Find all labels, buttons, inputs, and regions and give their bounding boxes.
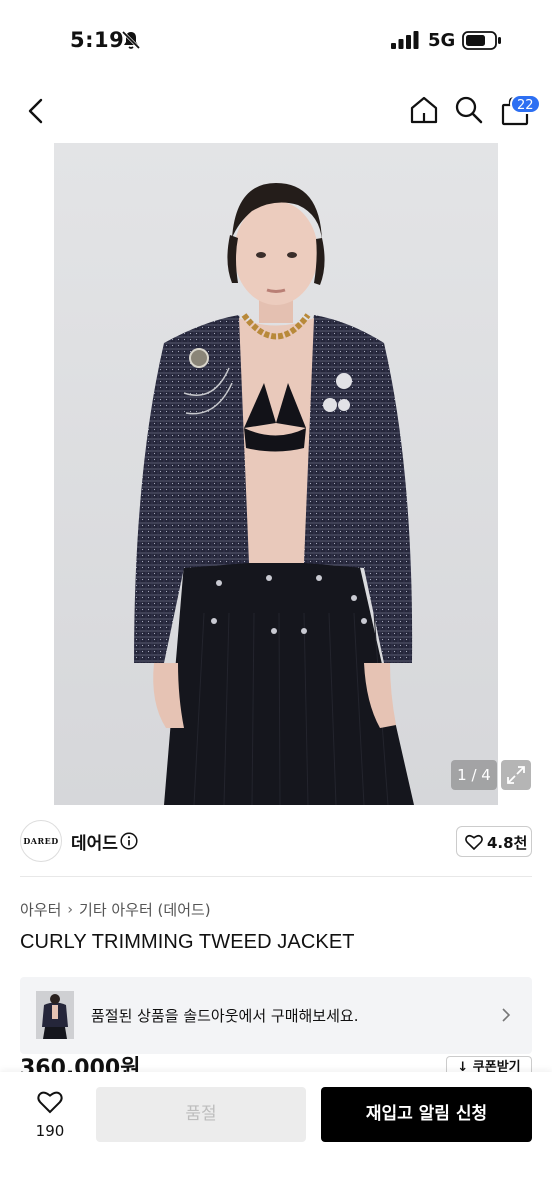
- top-navigation: [0, 80, 552, 142]
- soldout-banner[interactable]: 품절된 상품을 솔드아웃에서 구매해보세요.: [20, 977, 532, 1054]
- bell-muted-icon: [121, 30, 141, 50]
- brand-like-count: 4.8천: [487, 834, 528, 852]
- brand-like-button[interactable]: 4.8천: [456, 826, 532, 857]
- product-image[interactable]: [54, 143, 498, 805]
- image-page-counter: 1 / 4: [451, 760, 497, 790]
- chevron-left-icon[interactable]: [22, 94, 52, 128]
- wishlist-button[interactable]: 190: [20, 1090, 80, 1146]
- chevron-right-icon: ›: [67, 901, 74, 918]
- status-time: 5:19: [70, 28, 125, 52]
- status-bar: 5:19 5G: [0, 0, 552, 80]
- signal-icon: [391, 31, 419, 49]
- banner-product-thumbnail: [36, 991, 74, 1039]
- soldout-button: 품절: [96, 1087, 306, 1142]
- breadcrumb: 아우터 › 기타 아우터 (데어드): [20, 899, 211, 920]
- model-photo: [54, 143, 498, 805]
- breadcrumb-subcategory[interactable]: 기타 아우터 (데어드): [79, 899, 211, 920]
- search-icon[interactable]: [453, 94, 485, 126]
- cart-count-badge: 22: [510, 94, 541, 114]
- divider: [20, 876, 532, 877]
- brand-name[interactable]: 데어드: [71, 829, 118, 854]
- expand-icon: [507, 766, 525, 784]
- chevron-right-icon: [502, 1008, 511, 1022]
- heart-icon: [37, 1091, 63, 1114]
- product-title: CURLY TRIMMING TWEED JACKET: [20, 931, 355, 953]
- home-icon[interactable]: [408, 94, 440, 126]
- battery-icon: [462, 31, 501, 50]
- wishlist-count: 190: [35, 1122, 65, 1140]
- product-price: 360,000원: [20, 1056, 141, 1073]
- breadcrumb-category[interactable]: 아우터: [20, 899, 61, 920]
- expand-image-button[interactable]: [501, 760, 531, 790]
- info-icon[interactable]: [120, 832, 138, 850]
- network-type: 5G: [428, 30, 456, 51]
- restock-alert-button[interactable]: 재입고 알림 신청: [321, 1087, 532, 1142]
- soldout-message: 품절된 상품을 솔드아웃에서 구매해보세요.: [91, 1007, 359, 1025]
- heart-icon: [465, 834, 483, 850]
- brand-logo[interactable]: DARED: [20, 820, 62, 862]
- bottom-action-bar: 190 품절 재입고 알림 신청: [0, 1072, 552, 1200]
